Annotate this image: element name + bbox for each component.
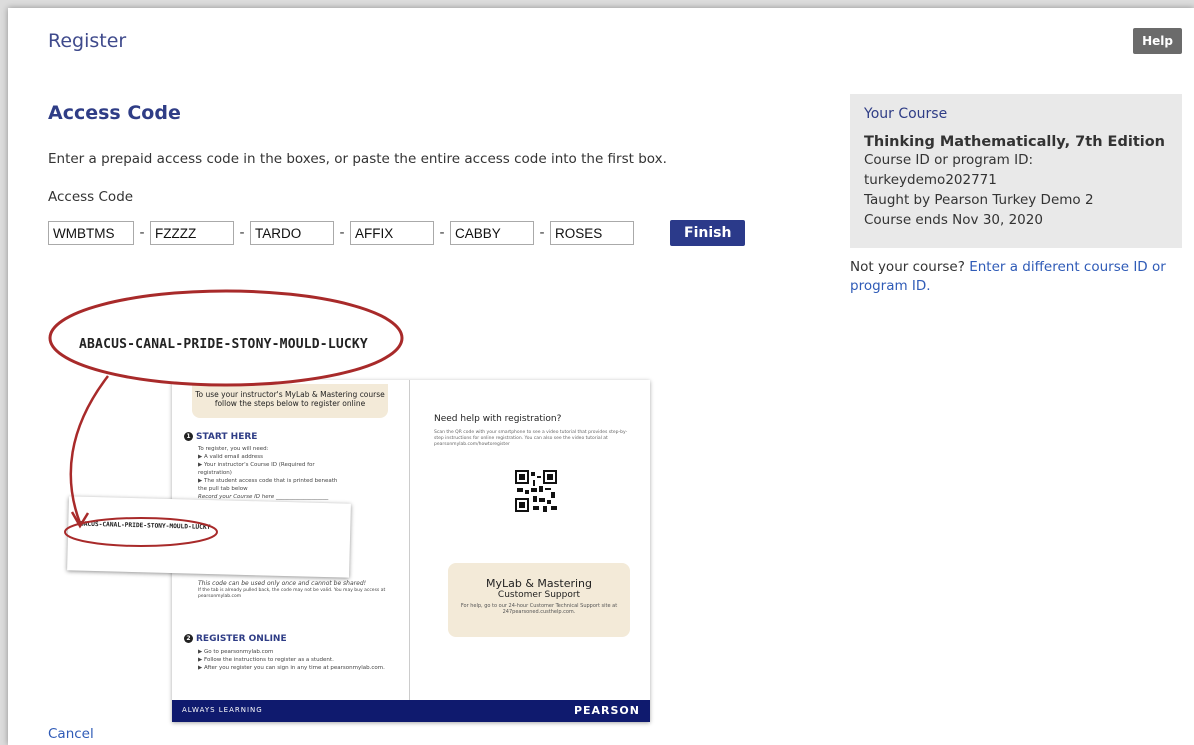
- sample-access-code: ABACUS-CANAL-PRIDE-STONY-MOULD-LUCKY: [79, 337, 368, 352]
- arrowhead-icon: [70, 511, 90, 529]
- register-page: Register Help Access Code Enter a prepai…: [8, 8, 1194, 745]
- cancel-link[interactable]: Cancel: [48, 726, 94, 742]
- callout-arrow: [69, 375, 109, 524]
- callout-overlay: [48, 289, 404, 547]
- tab-code-highlight-ellipse: [64, 517, 218, 547]
